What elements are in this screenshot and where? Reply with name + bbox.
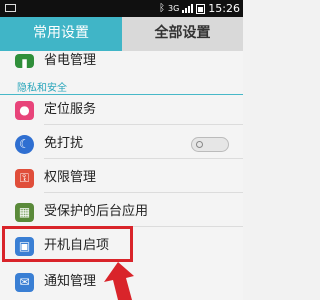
clock: 15:26 bbox=[208, 2, 240, 15]
location-pin-icon: ● bbox=[15, 101, 34, 120]
list-item-power-management[interactable]: ▮ 省电管理 bbox=[0, 46, 243, 76]
pointer-arrow-icon bbox=[104, 262, 134, 300]
signal-icon bbox=[182, 4, 194, 13]
list-item-protected-apps[interactable]: ▦ 受保护的后台应用 bbox=[0, 197, 243, 227]
list-item-permissions[interactable]: ⚿ 权限管理 bbox=[0, 163, 243, 193]
permissions-icon: ⚿ bbox=[15, 169, 34, 188]
section-header-privacy: 隐私和安全 bbox=[17, 83, 67, 94]
notification-icon: ✉ bbox=[15, 273, 34, 292]
image-icon bbox=[5, 4, 16, 12]
status-bar: ᛒ 3G 15:26 bbox=[0, 0, 243, 17]
list-item-do-not-disturb[interactable]: ☾ 免打扰 bbox=[0, 129, 243, 159]
nfc-icon: ᛒ bbox=[159, 3, 165, 14]
battery-saver-icon: ▮ bbox=[15, 54, 34, 70]
list-item-location[interactable]: ● 定位服务 bbox=[0, 95, 243, 125]
highlight-box bbox=[2, 226, 133, 262]
do-not-disturb-toggle[interactable] bbox=[191, 137, 229, 152]
status-icons: ᛒ 3G 15:26 bbox=[159, 1, 240, 16]
network-type: 3G bbox=[168, 4, 180, 13]
battery-icon bbox=[196, 3, 206, 14]
moon-icon: ☾ bbox=[15, 135, 34, 154]
protected-apps-icon: ▦ bbox=[15, 203, 34, 222]
